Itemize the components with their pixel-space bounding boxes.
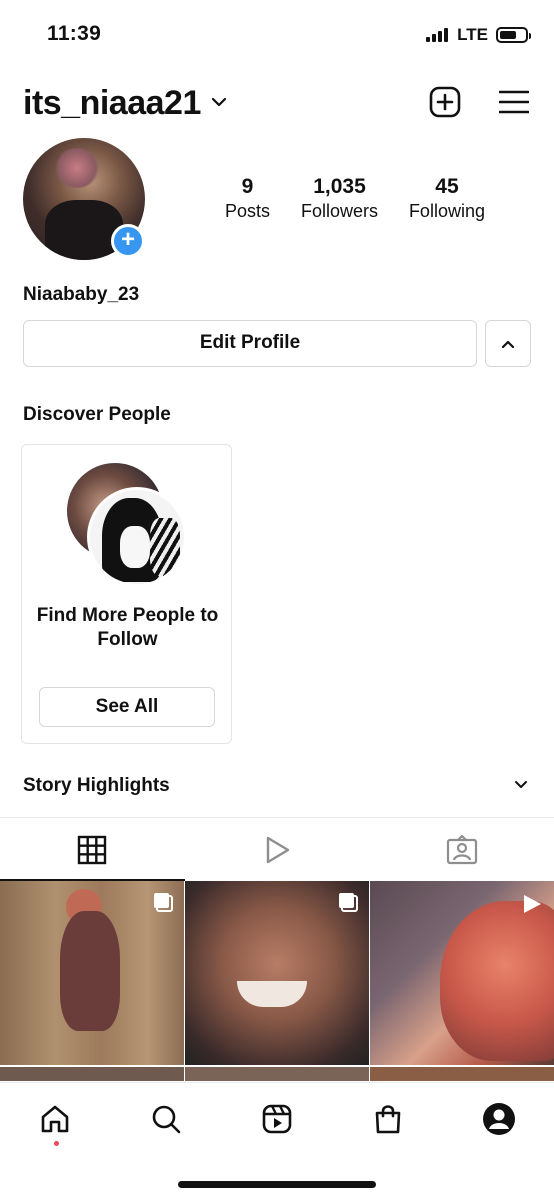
add-story-icon[interactable]: + (111, 224, 145, 258)
new-post-icon[interactable] (429, 86, 461, 118)
nav-reels[interactable] (249, 1099, 305, 1139)
followers-label: Followers (300, 201, 378, 221)
nav-profile[interactable] (471, 1099, 527, 1139)
discover-toggle-button[interactable] (485, 320, 531, 367)
posts-label: Posts (225, 201, 271, 221)
stat-followers[interactable]: 1,035 Followers (301, 175, 378, 223)
see-all-button[interactable]: See All (39, 687, 215, 727)
search-icon (152, 1105, 181, 1134)
menu-icon[interactable] (499, 90, 529, 114)
post-thumbnail[interactable] (185, 1067, 369, 1081)
display-name: Niaababy_23 (23, 284, 140, 305)
home-indicator[interactable] (178, 1181, 376, 1188)
post-thumbnail[interactable] (370, 881, 554, 1065)
status-time: 11:39 (47, 22, 102, 45)
post-thumbnail[interactable] (0, 881, 184, 1065)
profile-stats: 9 Posts 1,035 Followers 45 Following (225, 175, 485, 223)
carousel-icon (154, 893, 173, 912)
edit-profile-button[interactable]: Edit Profile (23, 320, 477, 367)
following-count: 45 (435, 175, 459, 198)
discover-people-title: Discover People (23, 404, 171, 425)
battery-icon (496, 27, 531, 43)
grid-icon (78, 835, 107, 864)
reel-play-icon (524, 895, 541, 913)
avatar-container[interactable]: + (23, 138, 145, 260)
chevron-down-icon[interactable] (211, 96, 227, 108)
stat-posts[interactable]: 9 Posts (225, 175, 270, 223)
find-more-text: Find More People to Follow (36, 605, 219, 650)
carousel-icon (339, 893, 358, 912)
followers-count: 1,035 (313, 175, 366, 198)
status-indicators: LTE (426, 25, 531, 45)
username-switcher[interactable]: its_niaaa21 (23, 84, 201, 123)
tab-tagged[interactable] (369, 818, 554, 881)
nav-search[interactable] (138, 1099, 194, 1139)
status-bar: 11:39 LTE (0, 0, 554, 70)
suggested-avatar (87, 487, 187, 587)
tab-posts[interactable] (0, 818, 185, 881)
post-thumbnail[interactable] (370, 1067, 554, 1081)
home-icon (42, 1105, 69, 1133)
following-label: Following (408, 201, 485, 221)
stat-following[interactable]: 45 Following (409, 175, 485, 223)
nav-home[interactable] (27, 1099, 83, 1139)
profile-tabs (0, 817, 554, 881)
post-thumbnail[interactable] (0, 1067, 184, 1081)
posts-count: 9 (241, 175, 254, 198)
shop-icon (375, 1105, 401, 1134)
chevron-up-icon (501, 340, 515, 348)
nav-shop[interactable] (360, 1099, 416, 1139)
reels-icon (262, 1104, 292, 1134)
bottom-nav (0, 1082, 554, 1200)
story-highlights-title[interactable]: Story Highlights (23, 775, 170, 797)
discover-card: Find More People to Follow See All (21, 444, 232, 744)
network-label: LTE (457, 25, 488, 44)
chevron-down-icon[interactable] (514, 780, 528, 790)
signal-icon (426, 28, 449, 42)
profile-header: its_niaaa21 (23, 80, 531, 128)
reels-play-icon (266, 836, 290, 863)
profile-icon (482, 1103, 515, 1135)
posts-grid (0, 881, 554, 1081)
tab-reels[interactable] (185, 818, 370, 881)
tagged-person-icon (446, 834, 477, 864)
post-thumbnail[interactable] (185, 881, 369, 1065)
home-notification-dot (54, 1141, 59, 1146)
